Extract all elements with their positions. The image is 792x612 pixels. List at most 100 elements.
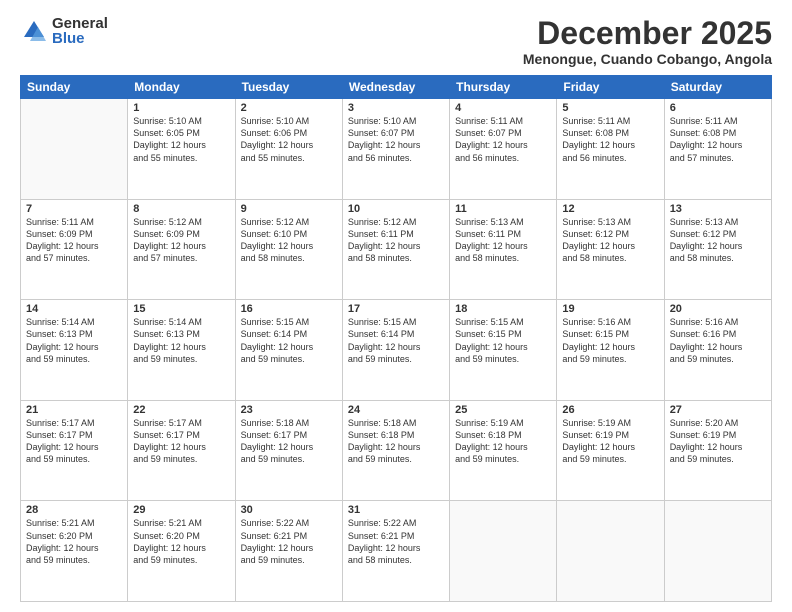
day-info: Sunrise: 5:16 AM Sunset: 6:15 PM Dayligh… — [562, 316, 658, 365]
day-info: Sunrise: 5:10 AM Sunset: 6:06 PM Dayligh… — [241, 115, 337, 164]
logo-text: General Blue — [52, 16, 108, 46]
day-number: 13 — [670, 203, 766, 215]
calendar-cell: 18Sunrise: 5:15 AM Sunset: 6:15 PM Dayli… — [450, 300, 557, 401]
calendar-cell: 17Sunrise: 5:15 AM Sunset: 6:14 PM Dayli… — [342, 300, 449, 401]
calendar-cell: 23Sunrise: 5:18 AM Sunset: 6:17 PM Dayli… — [235, 400, 342, 501]
logo-general: General — [52, 16, 108, 31]
day-info: Sunrise: 5:10 AM Sunset: 6:05 PM Dayligh… — [133, 115, 229, 164]
calendar-day-header: Wednesday — [342, 76, 449, 99]
day-number: 18 — [455, 303, 551, 315]
day-info: Sunrise: 5:11 AM Sunset: 6:08 PM Dayligh… — [670, 115, 766, 164]
calendar-cell: 22Sunrise: 5:17 AM Sunset: 6:17 PM Dayli… — [128, 400, 235, 501]
calendar-cell: 29Sunrise: 5:21 AM Sunset: 6:20 PM Dayli… — [128, 501, 235, 602]
day-number: 22 — [133, 404, 229, 416]
calendar-cell: 24Sunrise: 5:18 AM Sunset: 6:18 PM Dayli… — [342, 400, 449, 501]
calendar-cell: 8Sunrise: 5:12 AM Sunset: 6:09 PM Daylig… — [128, 199, 235, 300]
calendar-cell: 14Sunrise: 5:14 AM Sunset: 6:13 PM Dayli… — [21, 300, 128, 401]
calendar-week-row: 7Sunrise: 5:11 AM Sunset: 6:09 PM Daylig… — [21, 199, 772, 300]
day-info: Sunrise: 5:11 AM Sunset: 6:08 PM Dayligh… — [562, 115, 658, 164]
day-info: Sunrise: 5:12 AM Sunset: 6:10 PM Dayligh… — [241, 216, 337, 265]
calendar-week-row: 14Sunrise: 5:14 AM Sunset: 6:13 PM Dayli… — [21, 300, 772, 401]
day-info: Sunrise: 5:19 AM Sunset: 6:19 PM Dayligh… — [562, 417, 658, 466]
day-info: Sunrise: 5:12 AM Sunset: 6:09 PM Dayligh… — [133, 216, 229, 265]
calendar-cell: 21Sunrise: 5:17 AM Sunset: 6:17 PM Dayli… — [21, 400, 128, 501]
calendar-cell: 28Sunrise: 5:21 AM Sunset: 6:20 PM Dayli… — [21, 501, 128, 602]
day-number: 14 — [26, 303, 122, 315]
title-block: December 2025 Menongue, Cuando Cobango, … — [523, 16, 772, 67]
day-number: 27 — [670, 404, 766, 416]
day-info: Sunrise: 5:22 AM Sunset: 6:21 PM Dayligh… — [348, 517, 444, 566]
day-number: 20 — [670, 303, 766, 315]
day-number: 31 — [348, 504, 444, 516]
day-number: 3 — [348, 102, 444, 114]
day-info: Sunrise: 5:20 AM Sunset: 6:19 PM Dayligh… — [670, 417, 766, 466]
day-info: Sunrise: 5:15 AM Sunset: 6:14 PM Dayligh… — [348, 316, 444, 365]
day-info: Sunrise: 5:21 AM Sunset: 6:20 PM Dayligh… — [133, 517, 229, 566]
calendar-week-row: 1Sunrise: 5:10 AM Sunset: 6:05 PM Daylig… — [21, 99, 772, 200]
day-info: Sunrise: 5:14 AM Sunset: 6:13 PM Dayligh… — [26, 316, 122, 365]
day-info: Sunrise: 5:16 AM Sunset: 6:16 PM Dayligh… — [670, 316, 766, 365]
calendar-cell: 6Sunrise: 5:11 AM Sunset: 6:08 PM Daylig… — [664, 99, 771, 200]
day-info: Sunrise: 5:12 AM Sunset: 6:11 PM Dayligh… — [348, 216, 444, 265]
location: Menongue, Cuando Cobango, Angola — [523, 51, 772, 67]
calendar-cell: 27Sunrise: 5:20 AM Sunset: 6:19 PM Dayli… — [664, 400, 771, 501]
calendar-cell: 20Sunrise: 5:16 AM Sunset: 6:16 PM Dayli… — [664, 300, 771, 401]
calendar-week-row: 28Sunrise: 5:21 AM Sunset: 6:20 PM Dayli… — [21, 501, 772, 602]
calendar-cell: 19Sunrise: 5:16 AM Sunset: 6:15 PM Dayli… — [557, 300, 664, 401]
day-number: 17 — [348, 303, 444, 315]
calendar-cell — [21, 99, 128, 200]
page: General Blue December 2025 Menongue, Cua… — [0, 0, 792, 612]
day-info: Sunrise: 5:18 AM Sunset: 6:18 PM Dayligh… — [348, 417, 444, 466]
day-number: 25 — [455, 404, 551, 416]
day-number: 4 — [455, 102, 551, 114]
day-info: Sunrise: 5:11 AM Sunset: 6:07 PM Dayligh… — [455, 115, 551, 164]
calendar-cell: 3Sunrise: 5:10 AM Sunset: 6:07 PM Daylig… — [342, 99, 449, 200]
calendar-cell — [664, 501, 771, 602]
day-number: 24 — [348, 404, 444, 416]
calendar-cell: 31Sunrise: 5:22 AM Sunset: 6:21 PM Dayli… — [342, 501, 449, 602]
calendar-week-row: 21Sunrise: 5:17 AM Sunset: 6:17 PM Dayli… — [21, 400, 772, 501]
day-number: 23 — [241, 404, 337, 416]
day-number: 11 — [455, 203, 551, 215]
calendar-cell: 12Sunrise: 5:13 AM Sunset: 6:12 PM Dayli… — [557, 199, 664, 300]
calendar-day-header: Friday — [557, 76, 664, 99]
day-info: Sunrise: 5:13 AM Sunset: 6:11 PM Dayligh… — [455, 216, 551, 265]
logo: General Blue — [20, 16, 108, 46]
calendar-cell: 11Sunrise: 5:13 AM Sunset: 6:11 PM Dayli… — [450, 199, 557, 300]
day-info: Sunrise: 5:11 AM Sunset: 6:09 PM Dayligh… — [26, 216, 122, 265]
day-info: Sunrise: 5:15 AM Sunset: 6:15 PM Dayligh… — [455, 316, 551, 365]
calendar-cell: 16Sunrise: 5:15 AM Sunset: 6:14 PM Dayli… — [235, 300, 342, 401]
day-number: 10 — [348, 203, 444, 215]
day-number: 2 — [241, 102, 337, 114]
day-info: Sunrise: 5:22 AM Sunset: 6:21 PM Dayligh… — [241, 517, 337, 566]
day-number: 26 — [562, 404, 658, 416]
calendar-header-row: SundayMondayTuesdayWednesdayThursdayFrid… — [21, 76, 772, 99]
day-number: 21 — [26, 404, 122, 416]
calendar-cell: 1Sunrise: 5:10 AM Sunset: 6:05 PM Daylig… — [128, 99, 235, 200]
calendar-cell: 10Sunrise: 5:12 AM Sunset: 6:11 PM Dayli… — [342, 199, 449, 300]
day-info: Sunrise: 5:18 AM Sunset: 6:17 PM Dayligh… — [241, 417, 337, 466]
calendar-cell: 25Sunrise: 5:19 AM Sunset: 6:18 PM Dayli… — [450, 400, 557, 501]
calendar-day-header: Saturday — [664, 76, 771, 99]
calendar-cell: 4Sunrise: 5:11 AM Sunset: 6:07 PM Daylig… — [450, 99, 557, 200]
calendar-table: SundayMondayTuesdayWednesdayThursdayFrid… — [20, 75, 772, 602]
day-info: Sunrise: 5:21 AM Sunset: 6:20 PM Dayligh… — [26, 517, 122, 566]
day-number: 29 — [133, 504, 229, 516]
day-number: 16 — [241, 303, 337, 315]
calendar-cell: 7Sunrise: 5:11 AM Sunset: 6:09 PM Daylig… — [21, 199, 128, 300]
day-number: 6 — [670, 102, 766, 114]
day-number: 19 — [562, 303, 658, 315]
header: General Blue December 2025 Menongue, Cua… — [20, 16, 772, 67]
day-info: Sunrise: 5:10 AM Sunset: 6:07 PM Dayligh… — [348, 115, 444, 164]
day-number: 1 — [133, 102, 229, 114]
calendar-day-header: Tuesday — [235, 76, 342, 99]
day-number: 15 — [133, 303, 229, 315]
logo-blue: Blue — [52, 31, 108, 46]
day-info: Sunrise: 5:17 AM Sunset: 6:17 PM Dayligh… — [26, 417, 122, 466]
calendar-cell: 9Sunrise: 5:12 AM Sunset: 6:10 PM Daylig… — [235, 199, 342, 300]
calendar-day-header: Sunday — [21, 76, 128, 99]
day-info: Sunrise: 5:14 AM Sunset: 6:13 PM Dayligh… — [133, 316, 229, 365]
calendar-cell — [450, 501, 557, 602]
calendar-day-header: Monday — [128, 76, 235, 99]
calendar-cell: 26Sunrise: 5:19 AM Sunset: 6:19 PM Dayli… — [557, 400, 664, 501]
